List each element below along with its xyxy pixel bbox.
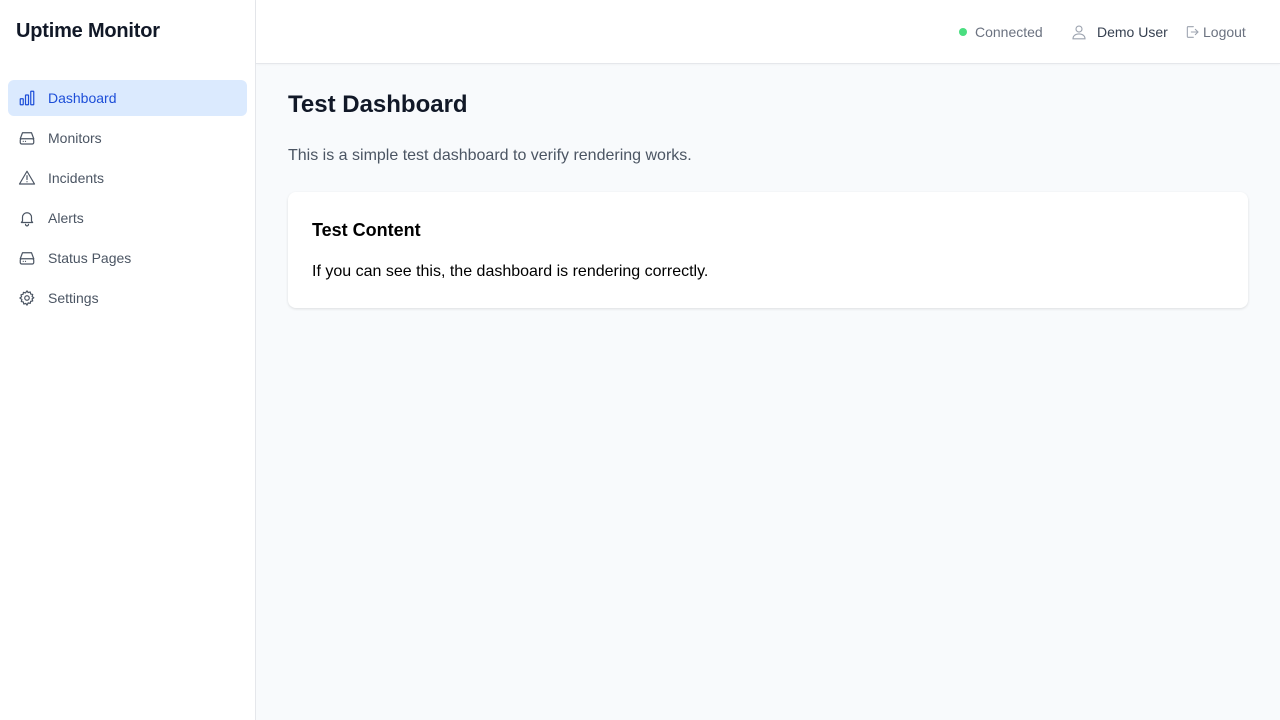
status-dot-icon (959, 28, 967, 36)
connection-status: Connected (959, 24, 1043, 40)
connection-status-label: Connected (975, 24, 1043, 40)
user-icon (1072, 25, 1086, 40)
logout-button[interactable]: Logout (1184, 22, 1246, 42)
alert-triangle-icon (18, 169, 36, 187)
content-card: Test Content If you can see this, the da… (288, 192, 1248, 308)
sidebar-item-incidents[interactable]: Incidents (8, 160, 247, 196)
user-name: Demo User (1097, 24, 1168, 40)
hard-drive-icon (18, 249, 36, 267)
sidebar-nav: Dashboard Monitors Incidents Alerts Stat… (8, 80, 247, 320)
top-header: Connected Demo User Logout (256, 0, 1280, 64)
sidebar-item-label: Monitors (48, 130, 102, 146)
sidebar-item-label: Status Pages (48, 250, 132, 266)
user-menu: Demo User (1070, 22, 1168, 42)
card-body: If you can see this, the dashboard is re… (312, 263, 709, 280)
sidebar: Uptime Monitor Dashboard Monitors Incide… (0, 0, 256, 720)
gear-icon (18, 289, 36, 307)
sidebar-item-settings[interactable]: Settings (8, 280, 247, 316)
logout-icon (1186, 26, 1199, 38)
sidebar-item-label: Settings (48, 290, 99, 306)
page-title: Test Dashboard (288, 91, 468, 118)
logout-label: Logout (1203, 24, 1246, 40)
sidebar-item-dashboard[interactable]: Dashboard (8, 80, 247, 116)
hard-drive-icon (18, 129, 36, 147)
card-title: Test Content (312, 220, 421, 240)
bell-icon (18, 209, 36, 227)
sidebar-item-label: Alerts (48, 210, 84, 226)
app-root: Uptime Monitor Dashboard Monitors Incide… (0, 0, 1280, 720)
app-title: Uptime Monitor (16, 20, 160, 42)
page-description: This is a simple test dashboard to verif… (288, 147, 692, 164)
bar-chart-icon (18, 89, 36, 107)
sidebar-item-status-pages[interactable]: Status Pages (8, 240, 247, 276)
sidebar-item-alerts[interactable]: Alerts (8, 200, 247, 236)
sidebar-item-label: Dashboard (48, 90, 117, 106)
sidebar-item-monitors[interactable]: Monitors (8, 120, 247, 156)
sidebar-item-label: Incidents (48, 170, 105, 186)
